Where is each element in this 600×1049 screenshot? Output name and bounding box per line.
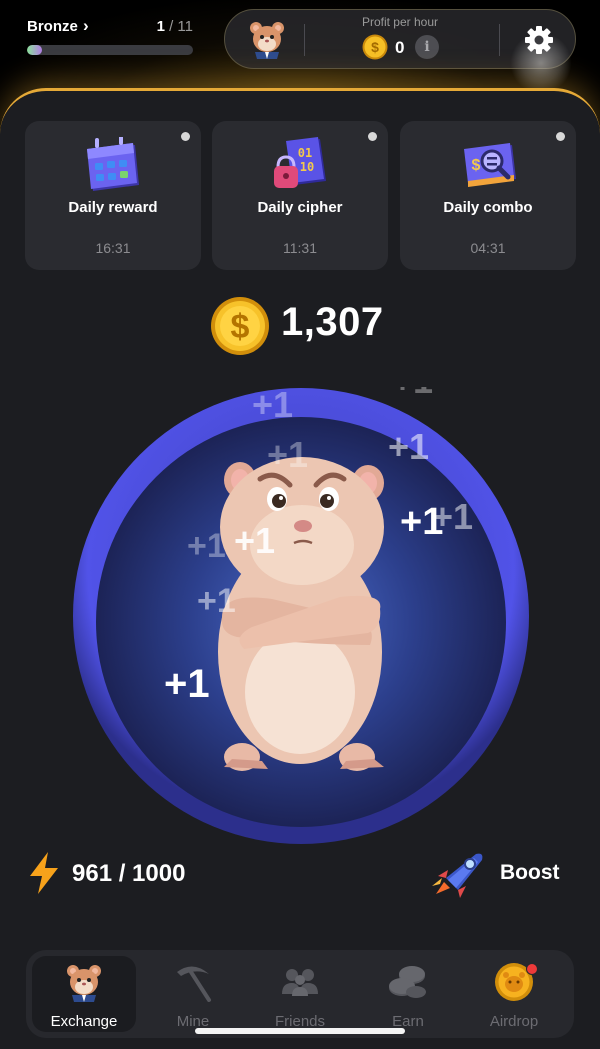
level-total: / 11 [164,18,193,35]
pickaxe-icon [177,966,211,1002]
nav-earn[interactable]: Earn [356,956,460,1032]
tap-feedback-label: +1 [252,387,293,425]
svg-text:10: 10 [300,160,314,174]
notification-dot [368,132,377,141]
tap-feedback-label: +1 [400,501,443,543]
pill-divider [499,24,500,56]
level-link[interactable]: Bronze › 1 / 11 [27,16,193,38]
home-indicator [195,1028,405,1034]
notification-badge [526,963,538,975]
hamster-icon [67,965,101,1002]
daily-combo-title: Daily combo [443,199,533,216]
daily-reward-title: Daily reward [68,199,158,216]
coin-icon: $ [362,34,388,60]
level-count: 1 / 11 [157,18,193,35]
nav-exchange[interactable]: Exchange [32,956,136,1032]
tap-feedback-label: +1 [187,527,226,565]
calendar-icon [87,137,139,191]
bottom-nav: Exchange Mine Friends Earn Airdrop [26,950,574,1038]
combo-icon: $ [464,143,516,187]
hamster-avatar-icon[interactable] [247,19,287,59]
boost-button[interactable]: Boost [430,848,570,900]
tap-circle[interactable]: +1 +1 +1 +1 +1 +1 +1 +1 +1 +1 [72,387,530,845]
coin-symbol: $ [231,308,250,346]
boost-label: Boost [500,861,560,884]
nav-airdrop-label: Airdrop [489,1013,539,1030]
daily-combo-timer: 04:31 [470,240,506,256]
daily-cipher-card[interactable]: 01 10 Daily cipher 11:31 [212,121,388,270]
daily-reward-card[interactable]: Daily reward 16:31 [25,121,201,270]
tap-feedback-label: +1 [392,387,433,401]
level-progress-fill [27,45,42,55]
tap-feedback-label: +1 [164,662,210,706]
tap-feedback-label: +1 [197,582,236,620]
app-screen: Bronze › 1 / 11 Profit per hour $ 0 i Da… [0,0,600,1049]
info-icon[interactable]: i [415,35,439,59]
nav-mine[interactable]: Mine [141,956,245,1032]
coin-icon: $ [211,297,269,355]
level-name: Bronze [27,18,78,35]
gear-icon[interactable] [515,16,563,64]
coins-icon [389,966,426,998]
cipher-icon: 01 10 [274,137,326,188]
nav-airdrop[interactable]: Airdrop [462,956,566,1032]
profit-value: 0 [395,38,405,57]
chevron-right-icon: › [83,16,89,35]
tap-feedback-label: +1 [388,426,429,467]
svg-text:$: $ [371,39,379,55]
pill-divider [304,24,305,56]
friends-icon [282,969,318,996]
svg-text:$: $ [472,157,481,174]
lightning-icon [30,852,58,894]
profit-label: Profit per hour [361,15,439,29]
nav-friends[interactable]: Friends [248,956,352,1032]
daily-cipher-title: Daily cipher [257,199,343,216]
nav-exchange-label: Exchange [50,1013,118,1030]
level-current: 1 [156,18,165,35]
notification-dot [556,132,565,141]
daily-combo-card[interactable]: $ Daily combo 04:31 [400,121,576,270]
svg-text:01: 01 [298,146,312,160]
tap-feedback-label: +1 [267,434,308,475]
hamster-character [218,457,384,771]
energy-value: 961 / 1000 [72,860,186,887]
notification-dot [181,132,190,141]
level-progress-bar [27,45,193,55]
balance-value: 1,307 [281,300,384,344]
rocket-icon [432,853,483,898]
daily-reward-timer: 16:31 [95,240,131,256]
top-bar: Bronze › 1 / 11 Profit per hour $ 0 i [0,0,600,100]
tap-feedback-label: +1 [234,520,275,561]
daily-cipher-timer: 11:31 [283,240,317,256]
